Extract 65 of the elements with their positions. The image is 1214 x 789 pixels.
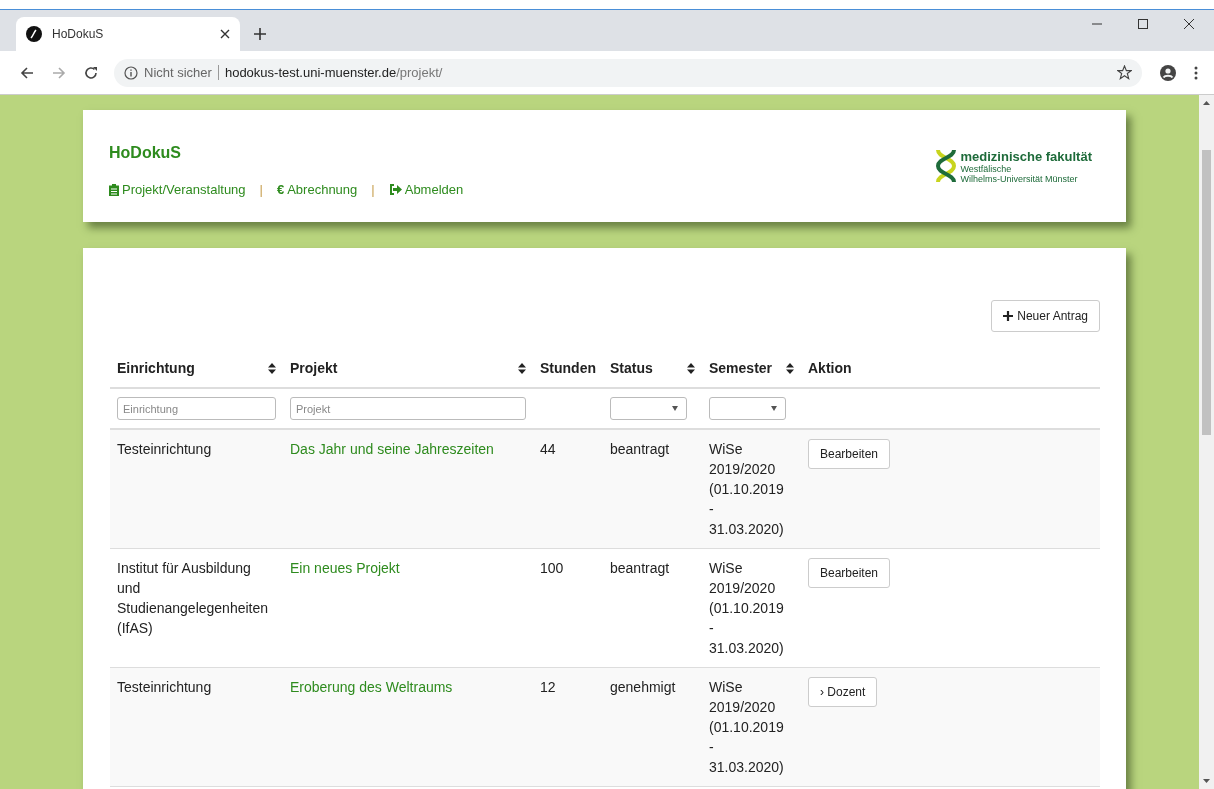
plus-icon	[1003, 311, 1014, 321]
site-title[interactable]: HoDokuS	[109, 144, 464, 162]
star-icon[interactable]	[1117, 65, 1132, 80]
table-cell: genehmigt	[610, 679, 676, 695]
column-header[interactable]: Semester	[709, 360, 773, 376]
logout-icon	[388, 184, 402, 195]
table-cell: 44	[540, 441, 556, 457]
browser-tab[interactable]: HoDokuS	[16, 17, 240, 51]
logo-title: medizinische fakultät	[960, 148, 1092, 164]
project-link[interactable]: Das Jahr und seine Jahreszeiten	[290, 441, 494, 457]
scroll-down-icon[interactable]	[1203, 779, 1210, 783]
column-header[interactable]: Einrichtung	[117, 360, 195, 376]
table-cell: Testeinrichtung	[117, 441, 212, 457]
column-header[interactable]: Stunden	[540, 360, 596, 376]
scrollbar-thumb[interactable]	[1202, 150, 1211, 435]
sort-icon[interactable]	[268, 362, 276, 374]
nav-link[interactable]: Projekt/Veranstaltung	[109, 182, 246, 197]
site-logo-icon	[26, 26, 42, 42]
column-header[interactable]: Status	[610, 360, 653, 376]
table-cell: Institut für Ausbildung und Studienangelegenheiten (IfAS)	[117, 560, 269, 636]
edit-button[interactable]: Bearbeiten	[808, 558, 891, 588]
filter-field[interactable]: Einrichtung	[117, 397, 276, 420]
table-cell: WiSe 2019/2020 (01.10.2019 - 31.03.2020)	[709, 560, 784, 656]
table-cell: 12	[540, 679, 556, 695]
nav-separator: |	[371, 182, 375, 197]
url-text: hodokus-test.uni-muenster.de/projekt/	[224, 65, 443, 80]
close-icon[interactable]	[1184, 19, 1194, 29]
project-link[interactable]: Eroberung des Weltraums	[290, 679, 453, 695]
maximize-icon[interactable]	[1138, 19, 1148, 29]
tab-title: HoDokuS	[52, 27, 105, 41]
dropdown-arrow-icon	[671, 406, 678, 411]
sort-icon[interactable]	[518, 362, 526, 374]
table-cell: beantragt	[610, 441, 670, 457]
reload-icon[interactable]	[84, 65, 98, 80]
table-cell: Testeinrichtung	[117, 679, 212, 695]
sort-icon[interactable]	[687, 362, 695, 374]
nav-separator: |	[259, 182, 263, 197]
sort-icon[interactable]	[786, 362, 794, 374]
info-icon	[124, 65, 138, 80]
nav-link[interactable]: € Abrechnung	[276, 182, 358, 197]
dropdown-arrow-icon	[770, 406, 777, 411]
close-icon[interactable]	[220, 29, 230, 39]
nav-link[interactable]: Abmelden	[388, 182, 464, 197]
table-cell: beantragt	[610, 560, 670, 576]
new-tab-icon[interactable]	[254, 28, 266, 40]
logo-subtitle: Wilhelms-Universität Münster	[960, 173, 1079, 184]
scroll-up-icon[interactable]	[1203, 101, 1210, 105]
helix-logo-icon	[934, 148, 957, 184]
logo-subtitle: Westfälische	[960, 163, 1013, 174]
back-arrow-icon[interactable]	[20, 65, 34, 80]
security-label: Nicht sicher	[144, 65, 219, 80]
new-request-button[interactable]: Neuer Antrag	[991, 300, 1100, 332]
table-cell: 100	[540, 560, 564, 576]
edit-button[interactable]: Bearbeiten	[808, 439, 891, 469]
table-cell: WiSe 2019/2020 (01.10.2019 - 31.03.2020)	[709, 441, 784, 537]
account-icon[interactable]	[1160, 64, 1176, 81]
address-bar[interactable]: Nicht sicher hodokus-test.uni-muenster.de/projekt/	[114, 58, 1142, 87]
lecturer-button[interactable]: › Dozent	[808, 677, 878, 707]
clipboard-icon	[109, 183, 119, 196]
project-link[interactable]: Ein neues Projekt	[290, 560, 400, 576]
column-header[interactable]: Projekt	[290, 360, 338, 376]
column-header[interactable]: Aktion	[808, 360, 852, 376]
menu-icon[interactable]	[1194, 65, 1198, 80]
filter-field[interactable]: Projekt	[290, 397, 526, 420]
table-cell: WiSe 2019/2020 (01.10.2019 - 31.03.2020)	[709, 679, 784, 775]
